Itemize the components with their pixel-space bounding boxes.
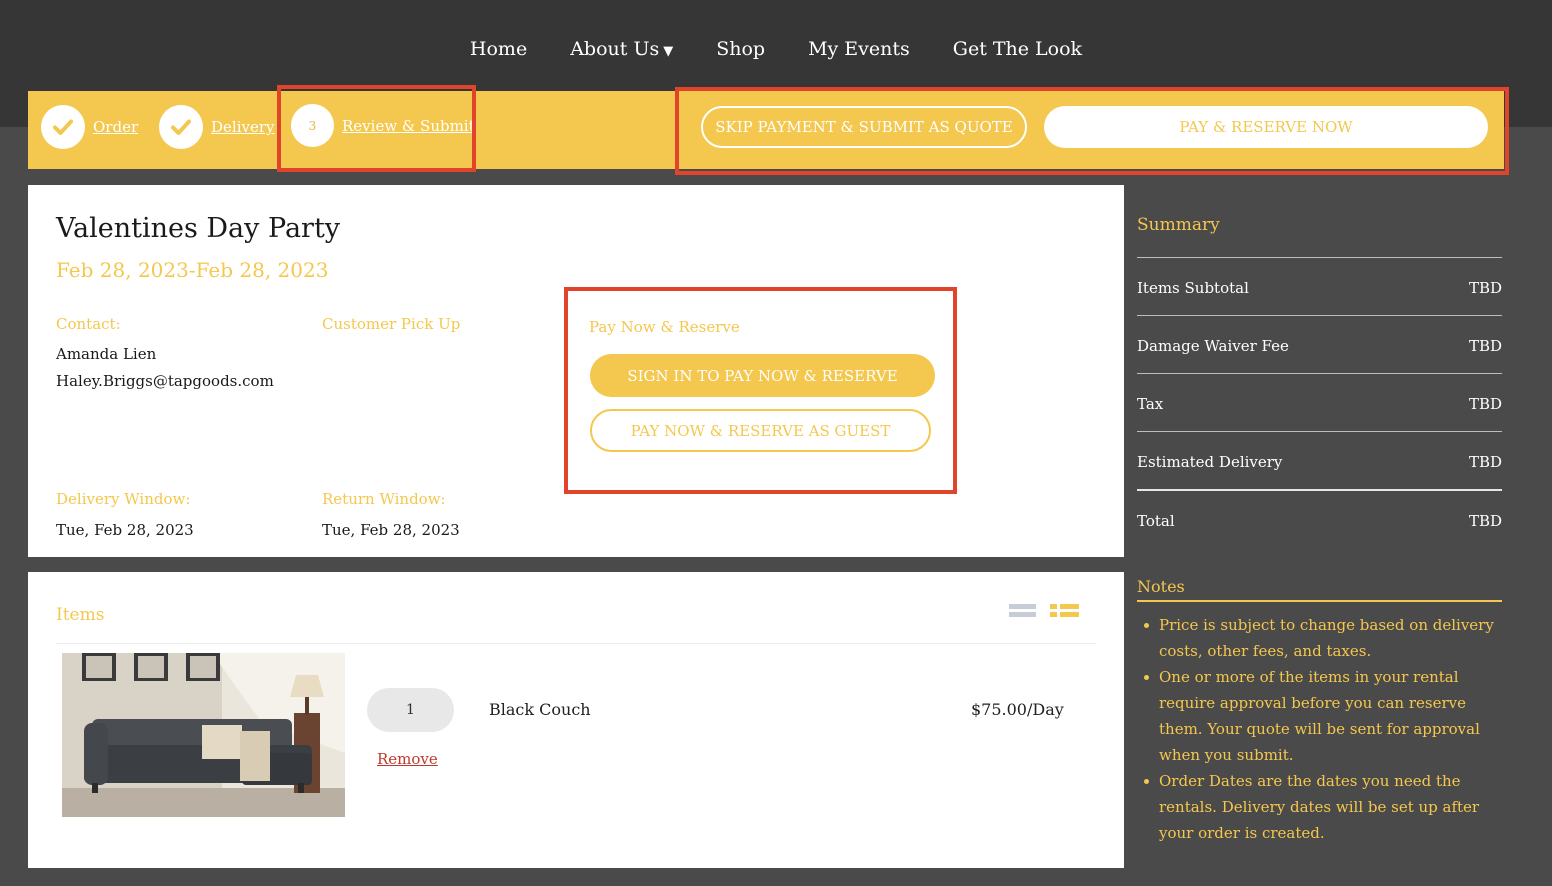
nav-shop[interactable]: Shop [716,38,765,60]
skip-payment-submit-quote-button[interactable]: SKIP PAYMENT & SUBMIT AS QUOTE [701,106,1027,148]
return-window-value: Tue, Feb 28, 2023 [322,521,460,539]
customer-pickup-label: Customer Pick Up [322,315,461,333]
detail-view-icon[interactable] [1050,602,1080,620]
nav-about-us[interactable]: About Us ▼ [570,38,673,60]
divider [56,643,1096,644]
summary-total-value: TBD [1468,511,1502,530]
notes-list: Price is subject to change based on deli… [1137,612,1502,846]
summary-row: Damage Waiver Fee TBD [1137,316,1502,373]
summary-row-label: Tax [1137,394,1164,413]
summary-row-label: Estimated Delivery [1137,452,1283,471]
summary-title: Summary [1137,215,1220,235]
summary-row: Estimated Delivery TBD [1137,432,1502,489]
quantity-input[interactable]: 1 [367,688,454,732]
highlight-box [277,85,476,172]
items-title: Items [56,605,105,625]
nav-about-us-label: About Us [570,38,660,60]
items-card: Items 1 Remove Black Couch $75.00/Day [28,572,1124,868]
item-price: $75.00/Day [971,700,1064,719]
summary-row-label: Damage Waiver Fee [1137,336,1289,355]
event-title: Valentines Day Party [56,213,341,244]
summary-row: Tax TBD [1137,374,1502,431]
step-order[interactable]: Order [41,105,138,149]
summary-row-value: TBD [1468,278,1502,297]
summary-row-value: TBD [1468,336,1502,355]
pay-reserve-now-button[interactable]: PAY & RESERVE NOW [1044,106,1488,148]
notes-panel: Notes Price is subject to change based o… [1137,577,1502,846]
note-item: One or more of the items in your rental … [1137,664,1502,768]
caret-down-icon: ▼ [663,44,674,59]
note-item: Order Dates are the dates you need the r… [1137,768,1502,846]
event-dates: Feb 28, 2023-Feb 28, 2023 [56,258,329,282]
nav-my-events[interactable]: My Events [808,38,910,60]
remove-item-link[interactable]: Remove [377,750,438,768]
nav-get-the-look[interactable]: Get The Look [953,38,1082,60]
checkmark-icon [41,105,85,149]
summary-total-row: Total TBD [1137,491,1502,548]
list-view-icon[interactable] [1009,602,1037,620]
sign-in-pay-now-button[interactable]: SIGN IN TO PAY NOW & RESERVE [590,354,935,397]
pay-now-as-guest-button[interactable]: PAY NOW & RESERVE AS GUEST [590,409,931,452]
checkmark-icon [159,105,203,149]
summary-row: Items Subtotal TBD [1137,258,1502,315]
summary-total-label: Total [1137,511,1175,530]
order-summary: Summary Items Subtotal TBD Damage Waiver… [1137,215,1502,548]
delivery-window-value: Tue, Feb 28, 2023 [56,521,194,539]
delivery-window-label: Delivery Window: [56,490,191,508]
nav-home[interactable]: Home [470,38,527,60]
contact-label: Contact: [56,315,121,333]
contact-email: Haley.Briggs@tapgoods.com [56,372,274,390]
main-nav: Home About Us ▼ Shop My Events Get The Lo… [0,38,1552,60]
item-name: Black Couch [489,700,591,719]
return-window-label: Return Window: [322,490,446,508]
contact-name: Amanda Lien [56,345,157,363]
step-delivery[interactable]: Delivery [159,105,275,149]
black-couch-image [62,653,345,817]
summary-row-label: Items Subtotal [1137,278,1249,297]
step-order-label[interactable]: Order [93,118,138,136]
step-delivery-label[interactable]: Delivery [211,118,275,136]
notes-title: Notes [1137,577,1502,602]
note-item: Price is subject to change based on deli… [1137,612,1502,664]
summary-row-value: TBD [1468,452,1502,471]
summary-row-value: TBD [1468,394,1502,413]
